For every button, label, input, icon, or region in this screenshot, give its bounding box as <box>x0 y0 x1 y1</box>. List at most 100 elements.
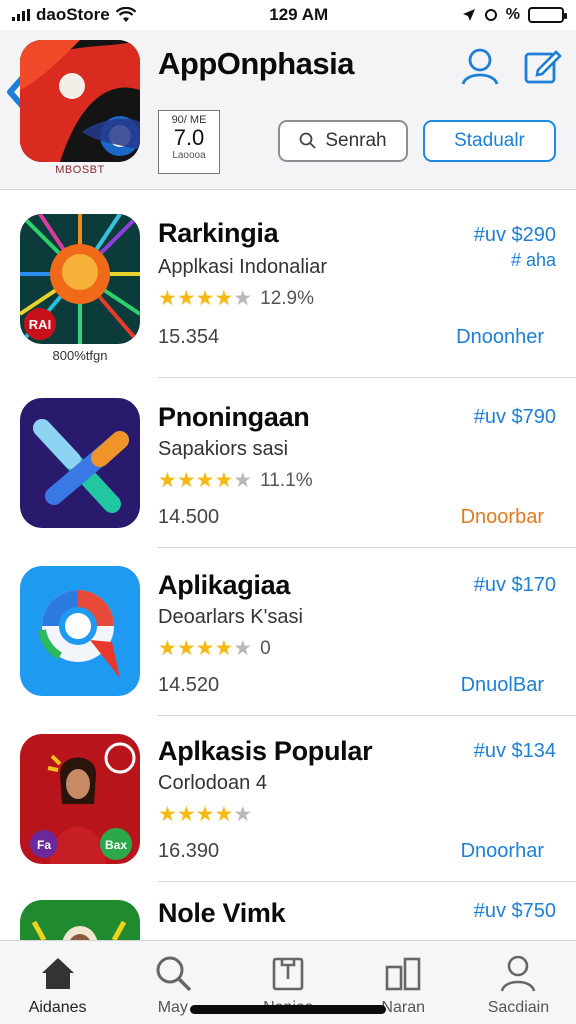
star-filled-icon: ★ <box>158 637 177 660</box>
featured-app-icon[interactable] <box>20 40 140 162</box>
tab-profile[interactable]: Sacdiain <box>461 941 576 1024</box>
download-button[interactable]: Dnoorhar <box>461 840 544 863</box>
home-icon <box>41 958 74 989</box>
green-artwork <box>20 900 140 940</box>
star-filled-icon: ★ <box>158 469 177 492</box>
x-artwork <box>20 398 140 528</box>
app-subtitle: Deoarlars K'sasi <box>158 606 303 628</box>
tab-label: Naran <box>381 999 425 1016</box>
list-item[interactable]: Aplikagiaa Deoarlars K'sasi ★ ★ ★ ★ ★ 0 14.52… <box>0 548 576 716</box>
rating-percent: 11.1% <box>260 470 313 491</box>
list-item[interactable]: Pnoningaan Sapakiors sasi ★ ★ ★ ★ ★ 11.1% 14.… <box>0 378 576 548</box>
icon-badge-right: Bax <box>105 838 127 852</box>
search-button-label: Senrah <box>325 130 387 151</box>
standard-button[interactable]: Stadualr <box>423 120 556 162</box>
status-time: 129 AM <box>269 5 329 24</box>
star-empty-icon: ★ <box>233 287 253 310</box>
download-button[interactable]: Dnoonher <box>456 326 544 349</box>
featured-app-caption: MBOSBT <box>55 164 105 176</box>
star-filled-icon: ★ <box>195 637 215 660</box>
apps-icon <box>385 957 421 991</box>
search-button[interactable]: Senrah <box>278 120 408 162</box>
list-item[interactable]: RAI 800%tfgn Rarkingia Applkasi Indonali… <box>0 192 576 378</box>
app-header: MBOSBT AppOnphasia 90/ ME 7.0 Laoooa Sen… <box>0 30 576 190</box>
status-right: % <box>462 6 567 24</box>
download-button[interactable]: DnuolBar <box>461 674 544 697</box>
star-filled-icon: ★ <box>176 469 196 492</box>
download-button[interactable]: Dnoorbar <box>461 506 544 529</box>
app-title: Rarkingia <box>158 218 279 248</box>
wifi-icon <box>115 7 136 22</box>
star-rating: ★ ★ ★ ★ ★ 11.1% <box>158 470 313 492</box>
star-filled-icon: ★ <box>195 803 215 826</box>
location-icon <box>462 9 475 21</box>
price-label: #uv $790 <box>473 406 556 428</box>
star-filled-icon: ★ <box>176 287 196 310</box>
app-title: Aplkasis Popular <box>158 736 373 766</box>
battery-label: % <box>505 6 520 23</box>
star-rating: ★ ★ ★ ★ ★ 12.9% <box>158 288 314 310</box>
star-filled-icon: ★ <box>195 287 215 310</box>
portrait-artwork: Fa Bax <box>20 734 140 864</box>
status-left: daoStore <box>12 5 136 25</box>
download-count: 16.390 <box>158 840 220 862</box>
download-count: 14.500 <box>158 506 220 528</box>
rating-percent: 0 <box>260 638 271 659</box>
star-filled-icon: ★ <box>214 803 234 826</box>
alarm-icon <box>484 9 497 21</box>
download-count: 15.354 <box>158 326 220 348</box>
search-icon <box>299 132 316 149</box>
home-indicator[interactable] <box>190 1005 386 1014</box>
app-icon: Fa Bax <box>20 734 140 864</box>
tab-home[interactable]: Aidanes <box>0 941 115 1024</box>
signal-icon <box>12 9 30 21</box>
star-filled-icon: ★ <box>214 469 234 492</box>
star-rating: ★ ★ ★ ★ ★ 0 <box>158 638 271 660</box>
app-title: Nole Vimk <box>158 898 286 928</box>
list-item[interactable]: Nole Vimk #uv $750 <box>0 882 576 940</box>
carrier-label: daoStore <box>36 5 110 24</box>
price-sub-label: # aha <box>510 250 556 270</box>
status-bar: daoStore 129 AM % <box>0 0 576 30</box>
star-filled-icon: ★ <box>158 803 177 826</box>
icon-badge-left: Fa <box>37 838 51 852</box>
icon-badge-text: RAI <box>29 317 51 332</box>
star-empty-icon: ★ <box>233 803 253 826</box>
app-icon <box>20 900 140 940</box>
price-label: #uv $290 <box>473 224 556 246</box>
profile-icon <box>501 955 536 992</box>
standard-button-label: Stadualr <box>454 130 525 151</box>
list-item[interactable]: Fa Bax Aplkasis Popular Corlodoan 4 ★ ★ ★ ★… <box>0 716 576 882</box>
star-filled-icon: ★ <box>176 803 196 826</box>
price-label: #uv $134 <box>473 740 556 762</box>
featured-app-artwork <box>20 40 140 162</box>
app-title: Pnoningaan <box>158 402 310 432</box>
app-icon: RAI <box>20 214 140 344</box>
profile-icon[interactable] <box>460 46 500 86</box>
app-subtitle: Applkasi Indonaliar <box>158 256 327 278</box>
compose-icon[interactable] <box>522 46 562 86</box>
star-empty-icon: ★ <box>233 469 253 492</box>
page-title: AppOnphasia <box>158 46 355 81</box>
tab-label: May <box>157 999 188 1016</box>
rating-percent: 12.9% <box>260 288 315 309</box>
age-rating-box: 90/ ME 7.0 Laoooa <box>158 110 220 174</box>
burst-artwork: RAI <box>20 214 140 344</box>
map-pin-artwork <box>20 566 140 696</box>
app-title: Aplikagiaa <box>158 570 291 600</box>
star-filled-icon: ★ <box>214 637 234 660</box>
star-empty-icon: ★ <box>233 637 253 660</box>
tab-label: Sacdiain <box>487 999 550 1016</box>
search-icon <box>156 956 192 992</box>
app-subtitle: Sapakiors sasi <box>158 438 289 460</box>
rating-value: 7.0 <box>173 125 205 150</box>
app-subtitle: Corlodoan 4 <box>158 772 267 794</box>
star-rating: ★ ★ ★ ★ ★ <box>158 804 252 826</box>
rating-bottom: Laoooa <box>172 150 206 161</box>
price-label: #uv $750 <box>473 900 556 922</box>
battery-icon <box>527 7 567 23</box>
star-filled-icon: ★ <box>176 637 196 660</box>
star-filled-icon: ★ <box>214 287 234 310</box>
star-filled-icon: ★ <box>158 287 177 310</box>
price-label: #uv $170 <box>473 574 556 596</box>
